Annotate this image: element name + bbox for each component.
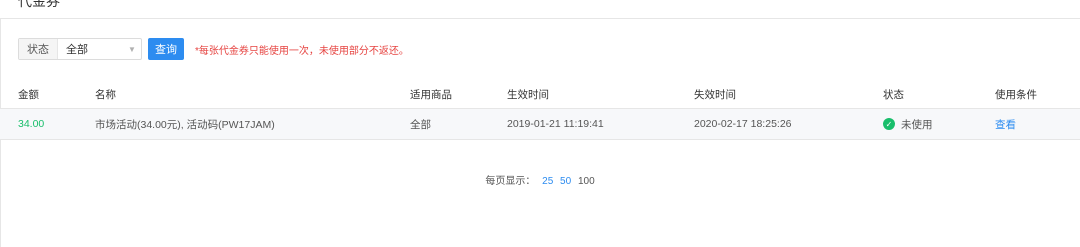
status-text: 未使用 [901,118,933,131]
coupon-table: 金额 名称 适用商品 生效时间 失效时间 状态 使用条件 34.00 市场活动(… [0,80,1080,140]
status-cell: ✓ 未使用 [883,108,995,140]
status-select[interactable]: 状态 全部 ▼ [18,38,142,60]
amount-cell: 34.00 [0,108,95,140]
status-select-value: 全部 [66,44,88,56]
column-header-start-time: 生效时间 [507,80,694,109]
page-size-50[interactable]: 50 [560,176,571,187]
page-size-100[interactable]: 100 [578,176,595,187]
column-header-amount: 金额 [0,80,95,109]
page-size-25[interactable]: 25 [542,176,553,187]
check-circle-icon: ✓ [883,118,895,130]
view-conditions-link[interactable]: 查看 [995,119,1016,131]
column-header-end-time: 失效时间 [694,80,883,109]
status-select-label: 状态 [19,39,58,59]
table-row: 34.00 市场活动(34.00元), 活动码(PW17JAM) 全部 2019… [0,108,1080,140]
conditions-cell: 查看 [995,108,1080,140]
column-header-name: 名称 [95,80,410,109]
column-header-scope: 适用商品 [410,80,507,109]
column-header-conditions: 使用条件 [995,80,1080,109]
column-header-status: 状态 [883,80,995,109]
filter-bar: 状态 全部 ▼ 查询 *每张代金券只能使用一次，未使用部分不返还。 [18,37,409,61]
chevron-down-icon: ▼ [128,44,136,54]
page-size-label: 每页显示： [485,176,536,187]
table-header-row: 金额 名称 适用商品 生效时间 失效时间 状态 使用条件 [0,80,1080,109]
query-button[interactable]: 查询 [148,38,184,60]
usage-note: *每张代金券只能使用一次，未使用部分不返还。 [195,45,409,57]
page-title: 代金券 [18,0,60,9]
page-header: 代金券 [0,0,1080,19]
scope-cell: 全部 [410,108,507,140]
start-time-cell: 2019-01-21 11:19:41 [507,108,694,140]
end-time-cell: 2020-02-17 18:25:26 [694,108,883,140]
pagination: 每页显示： 25 50 100 [0,172,1080,187]
name-cell: 市场活动(34.00元), 活动码(PW17JAM) [95,108,410,140]
